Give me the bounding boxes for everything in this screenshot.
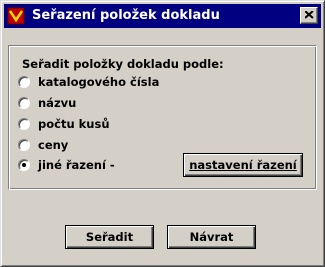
dialog-window: Seřazení položek dokladu Seřadit položky… <box>0 0 325 267</box>
radio-button[interactable] <box>18 118 30 130</box>
radio-price[interactable]: ceny <box>18 137 68 153</box>
sort-settings-label: nastavení řazení <box>189 158 297 172</box>
radio-button-selected[interactable] <box>18 159 30 171</box>
radio-button[interactable] <box>18 76 30 88</box>
radio-button[interactable] <box>18 97 30 109</box>
option-label: počtu kusů <box>38 117 110 131</box>
back-button[interactable]: Návrat <box>167 225 256 249</box>
option-label: názvu <box>38 96 77 110</box>
option-label: katalogového čísla <box>38 75 160 89</box>
radio-button[interactable] <box>18 139 30 151</box>
radio-catalog-number[interactable]: katalogového čísla <box>18 74 159 90</box>
option-label: jiné řazení - <box>38 158 115 172</box>
sort-button[interactable]: Seřadit <box>65 225 154 249</box>
close-button[interactable] <box>300 7 318 24</box>
sort-button-label: Seřadit <box>85 230 134 244</box>
radio-quantity[interactable]: počtu kusů <box>18 116 110 132</box>
radio-name[interactable]: názvu <box>18 95 76 111</box>
app-icon <box>7 7 25 25</box>
option-label: ceny <box>38 138 69 152</box>
group-caption: Seřadit položky dokladu podle: <box>22 57 224 71</box>
back-button-label: Návrat <box>189 230 234 244</box>
close-icon <box>305 11 314 19</box>
sort-settings-button[interactable]: nastavení řazení <box>183 153 303 177</box>
window-title: Seřazení položek dokladu <box>32 8 220 23</box>
radio-other-sorting[interactable]: jiné řazení - <box>18 157 115 173</box>
title-bar[interactable]: Seřazení položek dokladu <box>4 4 321 28</box>
